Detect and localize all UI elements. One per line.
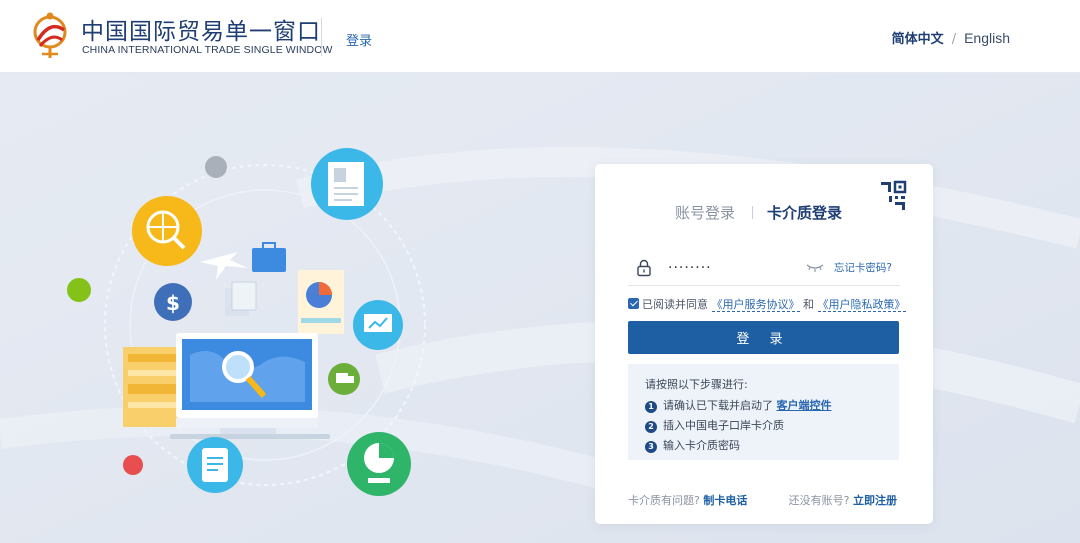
tab-account-login[interactable]: 账号登录 [675, 202, 735, 223]
header-login-link[interactable]: 登录 [346, 30, 372, 49]
step-number-badge: 3 [645, 441, 657, 453]
logo-subtitle: CHINA INTERNATIONAL TRADE SINGLE WINDOW [82, 44, 333, 56]
lock-icon [637, 259, 651, 277]
decor-dot-green [67, 278, 91, 302]
privacy-policy-link[interactable]: 《用户隐私政策》 [817, 298, 906, 312]
agree-prefix: 已阅读并同意 [642, 298, 708, 311]
card-hotline-link[interactable]: 制卡电话 [703, 494, 747, 507]
card-password-input[interactable] [668, 257, 798, 279]
tab-separator [752, 206, 753, 219]
step-text: 请确认已下载并启动了 [663, 399, 773, 412]
forgot-card-password-link[interactable]: 忘记卡密码? [834, 260, 892, 275]
agreement-checkbox[interactable] [628, 298, 639, 309]
lang-separator: / [951, 32, 957, 47]
register-prompt-text: 还没有账号? [788, 494, 850, 507]
step-item: 3 输入卡介质密码 [645, 437, 740, 453]
password-row: 忘记卡密码? [628, 252, 900, 286]
step-item: 1 请确认已下载并启动了 客户端控件 [645, 397, 832, 413]
agree-and: 和 [803, 298, 814, 311]
header-divider [321, 18, 322, 56]
customs-emblem-logo[interactable] [30, 10, 70, 60]
step-text: 插入中国电子口岸卡介质 [663, 419, 784, 432]
tab-card-login[interactable]: 卡介质登录 [767, 202, 842, 223]
decor-dot-gray [205, 156, 227, 178]
steps-title: 请按照以下步骤进行: [645, 378, 748, 391]
card-help-text: 卡介质有问题? [628, 494, 700, 507]
language-switcher: 简体中文 / English [892, 28, 1010, 47]
login-card: 账号登录 卡介质登录 忘记卡密码? 已阅读并同意 《用户服务协议》 和 《用户隐… [595, 164, 933, 524]
lang-zh-option[interactable]: 简体中文 [892, 32, 944, 47]
register-now-link[interactable]: 立即注册 [853, 494, 897, 507]
service-agreement-link[interactable]: 《用户服务协议》 [711, 298, 800, 312]
step-text: 输入卡介质密码 [663, 439, 740, 452]
lang-en-option[interactable]: English [964, 30, 1010, 46]
decor-dot-red [123, 455, 143, 475]
hide-password-eye-icon[interactable] [806, 261, 824, 273]
agreement-row: 已阅读并同意 《用户服务协议》 和 《用户隐私政策》 [628, 296, 906, 312]
login-steps-panel: 请按照以下步骤进行: 1 请确认已下载并启动了 客户端控件 2 插入中国电子口岸卡介… [628, 364, 899, 460]
login-submit-button[interactable]: 登 录 [628, 321, 899, 354]
client-control-download-link[interactable]: 客户端控件 [777, 399, 832, 412]
top-header: 中国国际贸易单一窗口 CHINA INTERNATIONAL TRADE SIN… [0, 0, 1080, 73]
logo-title: 中国国际贸易单一窗口 [81, 19, 321, 45]
register-prompt: 还没有账号? 立即注册 [789, 492, 897, 508]
step-number-badge: 2 [645, 421, 657, 433]
svg-text:$: $ [166, 291, 180, 315]
trade-illustration: $ [67, 148, 426, 496]
qr-code-icon[interactable] [875, 178, 911, 214]
step-item: 2 插入中国电子口岸卡介质 [645, 417, 784, 433]
card-help: 卡介质有问题? 制卡电话 [628, 492, 747, 508]
step-number-badge: 1 [645, 401, 657, 413]
